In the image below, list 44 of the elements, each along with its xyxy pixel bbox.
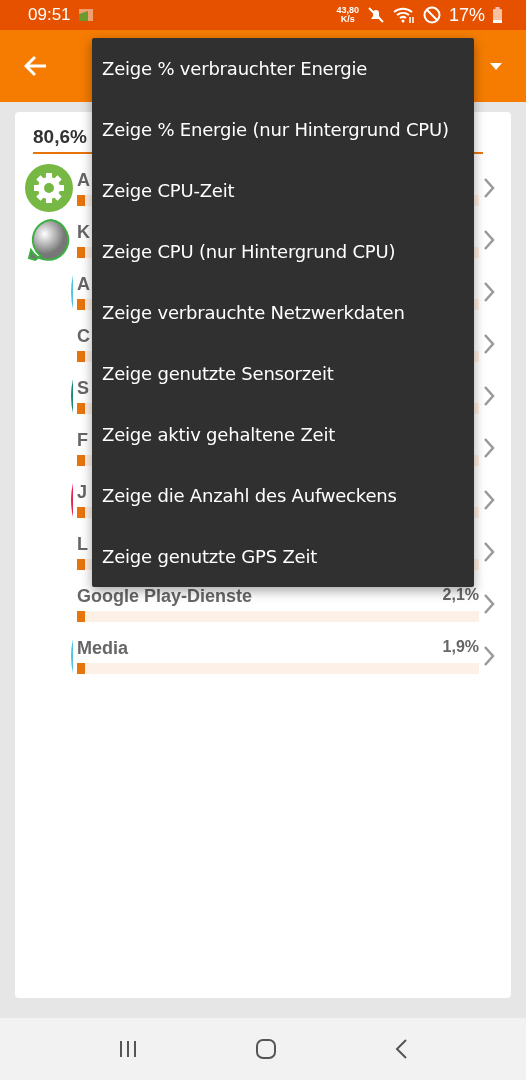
chevron-right-icon[interactable] — [483, 593, 495, 615]
dropdown-caret-icon[interactable] — [490, 62, 502, 70]
menu-item[interactable]: Zeige CPU (nur Hintergrund CPU) — [92, 221, 474, 282]
menu-item[interactable]: Zeige aktiv gehaltene Zeit — [92, 404, 474, 465]
app-name: L — [77, 534, 88, 555]
menu-item[interactable]: Zeige die Anzahl des Aufweckens — [92, 465, 474, 526]
app-name: K — [77, 222, 90, 243]
chevron-right-icon[interactable] — [483, 437, 495, 459]
usage-percent: 1,9% — [442, 638, 479, 657]
mute-icon — [366, 6, 385, 24]
app-name: Media — [77, 638, 128, 659]
app-name: Google Play-Dienste — [77, 586, 253, 607]
clock: 09:51 — [28, 5, 71, 25]
chevron-right-icon[interactable] — [483, 177, 495, 199]
chevron-right-icon[interactable] — [483, 645, 495, 667]
menu-item[interactable]: Zeige CPU-Zeit — [92, 160, 474, 221]
app-name: C — [77, 326, 90, 347]
chevron-right-icon[interactable] — [483, 281, 495, 303]
chevron-right-icon[interactable] — [483, 489, 495, 511]
app-name: A — [77, 274, 90, 295]
app-name: F — [77, 430, 88, 451]
menu-item[interactable]: Zeige genutzte Sensorzeit — [92, 343, 474, 404]
usage-percent: 2,1% — [442, 586, 479, 605]
chevron-right-icon[interactable] — [483, 229, 495, 251]
menu-item[interactable]: Zeige verbrauchte Netzwerkdaten — [92, 282, 474, 343]
do-not-disturb-icon — [422, 6, 441, 24]
menu-item[interactable]: Zeige % verbrauchter Energie — [92, 38, 474, 99]
network-speed: 43,80 K/s — [336, 6, 359, 24]
chevron-right-icon[interactable] — [483, 541, 495, 563]
wifi-icon — [392, 6, 415, 24]
chevron-right-icon[interactable] — [483, 333, 495, 355]
back-icon[interactable] — [393, 1038, 408, 1060]
gear-icon — [25, 164, 73, 212]
menu-item[interactable]: Zeige genutzte GPS Zeit — [92, 526, 474, 587]
chevron-right-icon[interactable] — [483, 385, 495, 407]
app-name: A — [77, 170, 90, 191]
app-name: S — [77, 378, 89, 399]
battery-percent: 17% — [448, 4, 485, 26]
battery-icon — [493, 7, 502, 23]
app-name: J — [77, 482, 87, 503]
recent-apps-icon[interactable] — [118, 1039, 139, 1059]
back-arrow-icon[interactable] — [24, 55, 48, 77]
image-notification-icon — [78, 9, 93, 21]
home-icon[interactable] — [255, 1038, 277, 1060]
